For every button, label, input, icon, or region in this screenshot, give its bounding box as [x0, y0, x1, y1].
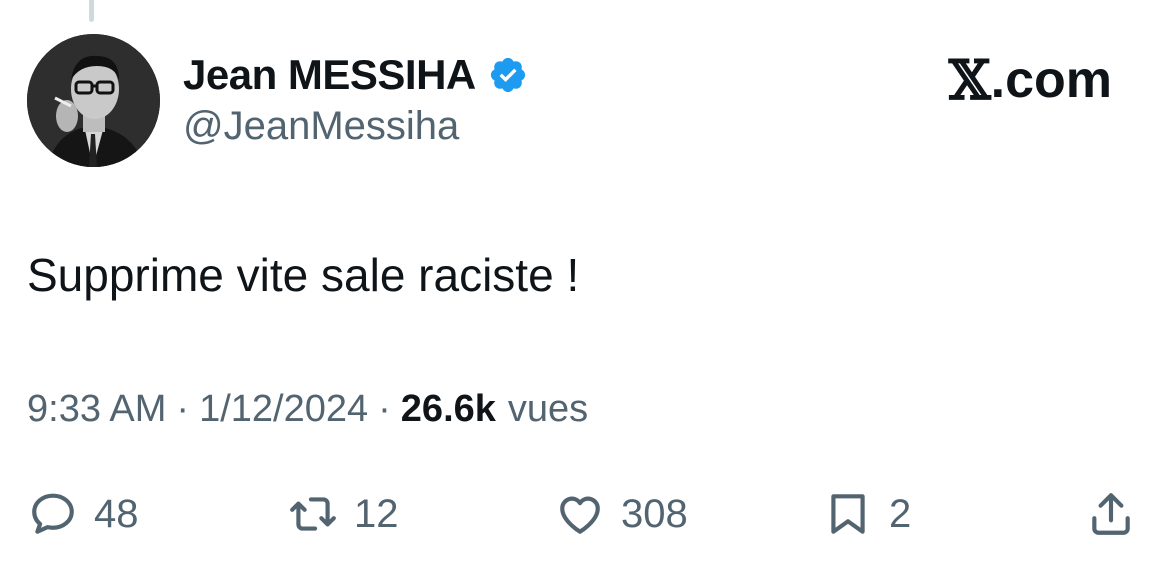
author-handle[interactable]: @JeanMessiha: [183, 104, 459, 149]
verified-badge-icon[interactable]: [488, 55, 528, 95]
avatar[interactable]: [27, 34, 160, 167]
repost-button[interactable]: 12: [288, 486, 399, 542]
reply-count: 48: [94, 491, 139, 536]
x-logo-icon: 𝕏: [948, 48, 991, 112]
reply-icon: [32, 493, 74, 534]
x-com-logo: 𝕏 .com: [949, 48, 1112, 112]
tweet-date[interactable]: 1/12/2024: [199, 388, 368, 431]
avatar-portrait: [27, 34, 160, 167]
bookmark-count: 2: [889, 491, 912, 536]
tweet-action-bar: 48 12 308 2: [0, 486, 1170, 542]
like-count: 308: [621, 491, 688, 536]
reply-button[interactable]: 48: [28, 486, 139, 542]
views-count: 26.6k: [400, 388, 496, 430]
brand-domain: .com: [990, 51, 1112, 109]
views-label: vues: [507, 388, 589, 430]
repost-icon: [290, 497, 336, 531]
share-icon: [1092, 493, 1130, 535]
author-display-name[interactable]: Jean MESSIHA: [183, 51, 476, 99]
like-icon: [560, 496, 600, 534]
author-name-row[interactable]: Jean MESSIHA: [183, 50, 528, 100]
like-button[interactable]: 308: [555, 486, 688, 542]
meta-separator: ·: [176, 388, 190, 430]
meta-separator: ·: [378, 388, 391, 430]
thread-connector-line: [89, 0, 94, 22]
tweet-metadata: 9:33 AM · 1/12/2024 · 26.6k vues: [27, 388, 588, 431]
tweet-time[interactable]: 9:33 AM: [27, 388, 166, 431]
tweet-text: Supprime vite sale raciste !: [27, 249, 580, 301]
bookmark-icon: [831, 494, 865, 534]
repost-count: 12: [354, 491, 399, 536]
share-button[interactable]: [1086, 486, 1136, 542]
bookmark-button[interactable]: 2: [823, 486, 911, 542]
